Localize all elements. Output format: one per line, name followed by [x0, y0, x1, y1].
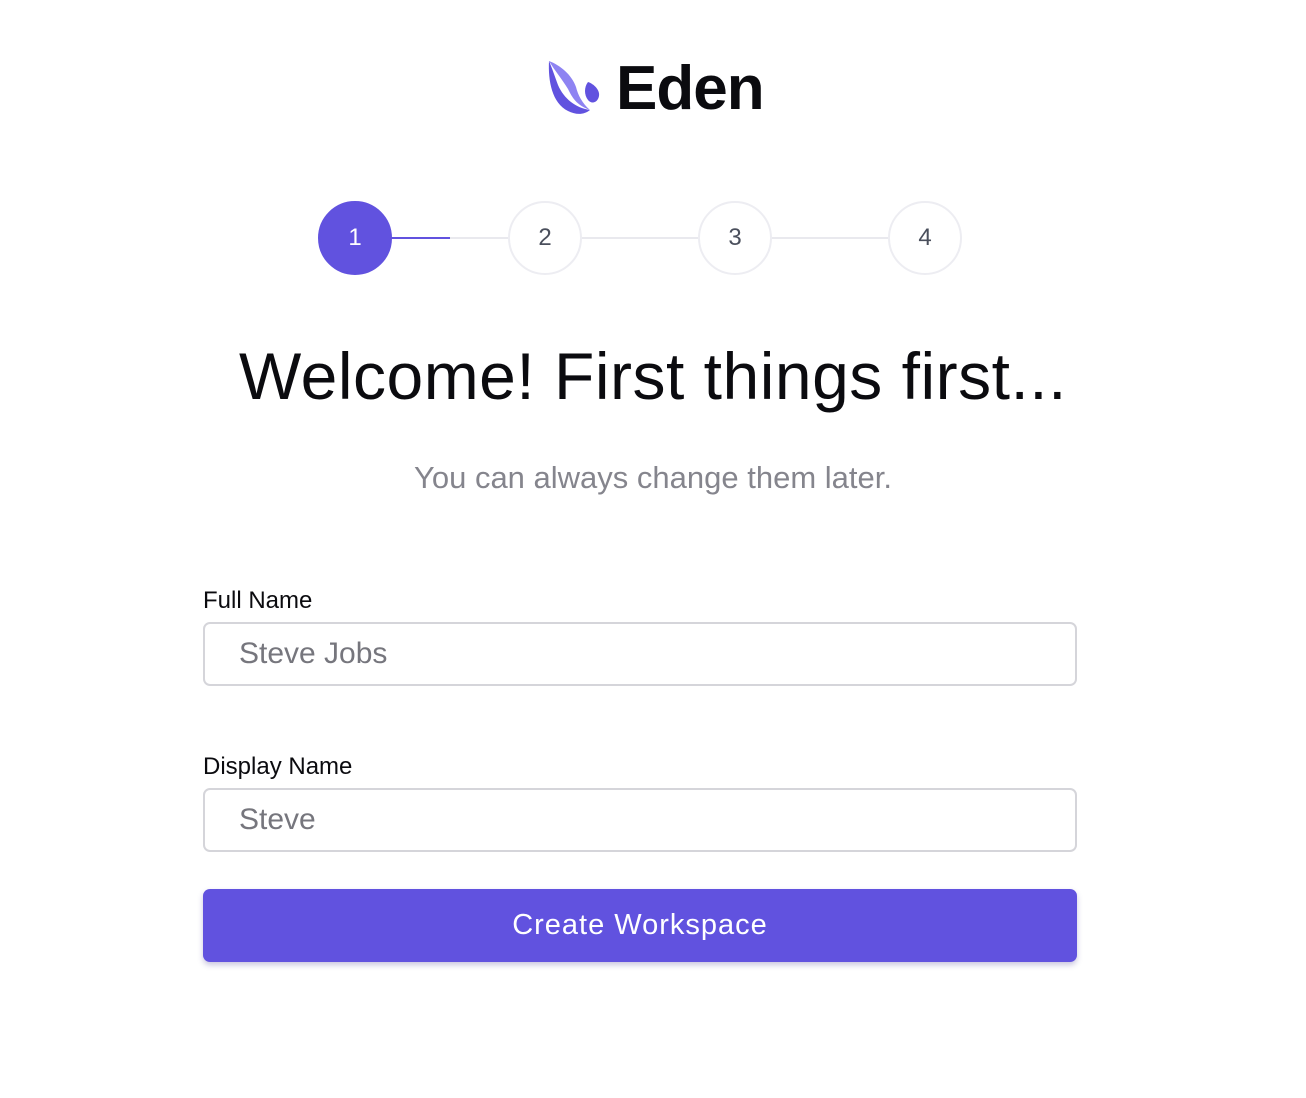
step-2: 2	[508, 201, 582, 275]
profile-form: Full Name Display Name	[203, 584, 1077, 852]
progress-stepper: 1 2 3 4	[318, 201, 962, 275]
full-name-label: Full Name	[203, 587, 313, 614]
page-title: Welcome! First things first...	[239, 339, 1067, 413]
eden-leaf-icon	[548, 61, 600, 114]
onboarding-page: Eden 1 2 3 4 Welcome! First things first…	[0, 0, 1306, 1098]
step-3: 3	[698, 201, 772, 275]
step-1: 1	[318, 201, 392, 275]
brand-logo: Eden	[546, 54, 765, 123]
page-subtitle: You can always change them later.	[414, 460, 892, 495]
create-workspace-button[interactable]: Create Workspace	[203, 889, 1077, 962]
brand-name: Eden	[616, 54, 765, 123]
display-name-label: Display Name	[203, 753, 353, 780]
full-name-input[interactable]	[203, 622, 1077, 686]
display-name-input[interactable]	[203, 788, 1077, 852]
step-4: 4	[888, 201, 962, 275]
